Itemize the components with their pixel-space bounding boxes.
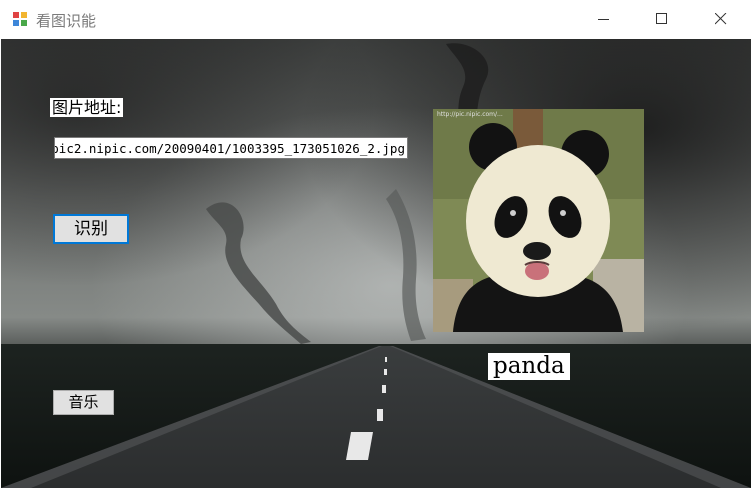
form-client-area: 图片地址: pic2.nipic.com/20090401/1003395_17… bbox=[1, 39, 751, 488]
image-url-value: pic2.nipic.com/20090401/1003395_17305102… bbox=[54, 141, 405, 156]
close-button[interactable] bbox=[692, 0, 750, 39]
window-title: 看图识能 bbox=[36, 12, 97, 30]
title-bar[interactable]: 看图识能 bbox=[0, 0, 752, 39]
recognition-result-label: panda bbox=[488, 353, 570, 380]
maximize-icon bbox=[656, 13, 667, 24]
panda-image bbox=[433, 109, 644, 332]
maximize-button[interactable] bbox=[633, 0, 691, 39]
image-address-label: 图片地址: bbox=[50, 98, 124, 117]
image-url-input[interactable]: pic2.nipic.com/20090401/1003395_17305102… bbox=[54, 137, 408, 159]
panda-photo: http://pic.nipic.com/... bbox=[433, 109, 644, 332]
music-button[interactable]: 音乐 bbox=[53, 390, 114, 415]
app-icon bbox=[12, 11, 28, 27]
close-icon bbox=[715, 13, 727, 25]
recognize-button[interactable]: 识别 bbox=[53, 214, 129, 244]
photo-watermark: http://pic.nipic.com/... bbox=[437, 111, 503, 118]
minimize-icon bbox=[598, 19, 609, 20]
minimize-button[interactable] bbox=[575, 0, 633, 39]
